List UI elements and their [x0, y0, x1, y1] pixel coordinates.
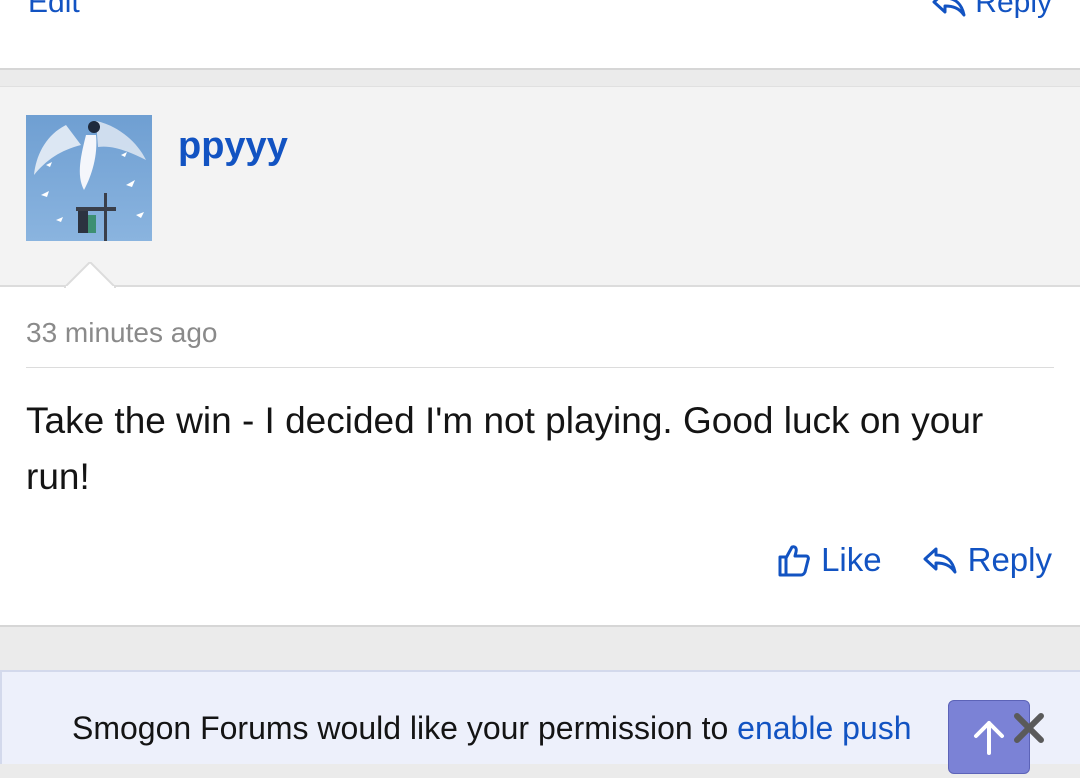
previous-reply-label: Reply — [975, 0, 1052, 19]
reply-icon — [923, 547, 957, 574]
post-body: Take the win - I decided I'm not playing… — [26, 400, 984, 497]
like-button[interactable]: Like — [777, 541, 882, 579]
post-actions: Like Reply — [777, 541, 1052, 579]
post-separator — [0, 70, 1080, 86]
push-banner-text: Smogon Forums would like your permission… — [72, 710, 912, 747]
push-notification-banner: Smogon Forums would like your permission… — [0, 670, 1080, 764]
like-label: Like — [821, 541, 882, 578]
reply-label: Reply — [967, 541, 1052, 578]
previous-post-footer: Edit Reply — [0, 0, 1080, 70]
reply-button[interactable]: Reply — [922, 541, 1052, 579]
reply-icon — [932, 0, 966, 17]
meta-divider — [26, 367, 1054, 368]
post-timestamp[interactable]: 33 minutes ago — [26, 317, 217, 349]
previous-reply-button[interactable]: Reply — [931, 0, 1052, 20]
avatar-image — [26, 115, 152, 241]
username-link[interactable]: ppyyy — [178, 125, 288, 168]
message-pointer — [64, 262, 116, 288]
post-card: ppyyy 33 minutes ago Take the win - I de… — [0, 86, 1080, 627]
edit-link[interactable]: Edit — [28, 0, 80, 20]
close-icon[interactable] — [1012, 708, 1046, 748]
avatar[interactable] — [26, 115, 152, 241]
enable-push-link[interactable]: enable push — [737, 710, 911, 746]
push-banner-message: Smogon Forums would like your permission… — [72, 710, 738, 746]
like-icon — [778, 545, 810, 577]
post-header: ppyyy — [0, 87, 1080, 288]
